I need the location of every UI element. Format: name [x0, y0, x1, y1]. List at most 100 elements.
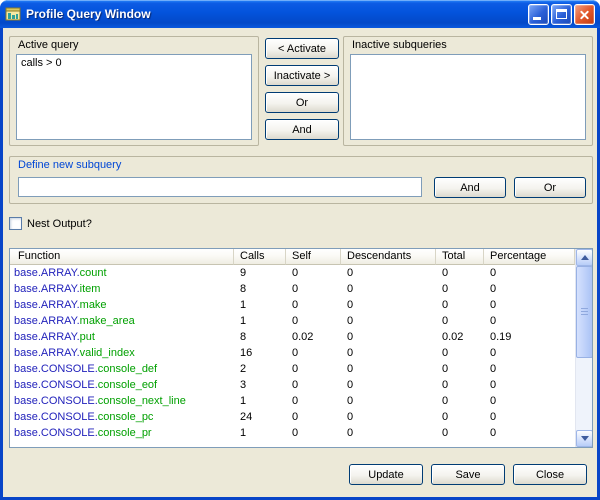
scroll-down-button[interactable]: [576, 430, 593, 447]
function-cell: base.ARRAY.item: [10, 281, 234, 297]
table-row[interactable]: base.ARRAY.put80.0200.020.19: [10, 329, 575, 345]
value-cell: 0: [484, 377, 575, 393]
value-cell: 0: [341, 361, 436, 377]
minimize-button[interactable]: [528, 4, 549, 25]
value-cell: 0: [436, 265, 484, 281]
value-cell: 0: [341, 377, 436, 393]
table-row[interactable]: base.CONSOLE.console_pr10000: [10, 425, 575, 441]
function-cell: base.CONSOLE.console_next_line: [10, 393, 234, 409]
value-cell: 0: [341, 345, 436, 361]
table-row[interactable]: base.CONSOLE.console_def20000: [10, 361, 575, 377]
value-cell: 24: [234, 409, 286, 425]
column-header-total[interactable]: Total: [436, 249, 484, 265]
value-cell: 0: [484, 297, 575, 313]
activate-button[interactable]: < Activate: [265, 38, 339, 59]
value-cell: 0: [341, 409, 436, 425]
value-cell: 0: [484, 425, 575, 441]
value-cell: 2: [234, 361, 286, 377]
active-query-list[interactable]: calls > 0: [16, 54, 252, 140]
table-row[interactable]: base.ARRAY.make10000: [10, 297, 575, 313]
close-button[interactable]: [574, 4, 595, 25]
arrow-up-icon: [581, 255, 589, 260]
inactive-subqueries-label: Inactive subqueries: [352, 39, 447, 51]
table-row[interactable]: base.CONSOLE.console_pc240000: [10, 409, 575, 425]
value-cell: 0: [341, 265, 436, 281]
value-cell: 0: [286, 425, 341, 441]
table-row[interactable]: base.ARRAY.count90000: [10, 265, 575, 281]
active-query-group: Active query calls > 0: [9, 36, 259, 146]
value-cell: 0: [286, 377, 341, 393]
inactivate-button[interactable]: Inactivate >: [265, 65, 339, 86]
save-button[interactable]: Save: [431, 464, 505, 485]
inactive-subqueries-list[interactable]: [350, 54, 586, 140]
close-dialog-button[interactable]: Close: [513, 464, 587, 485]
value-cell: 16: [234, 345, 286, 361]
value-cell: 0: [341, 393, 436, 409]
or-button[interactable]: Or: [265, 92, 339, 113]
column-header-calls[interactable]: Calls: [234, 249, 286, 265]
function-cell: base.ARRAY.valid_index: [10, 345, 234, 361]
table-row[interactable]: base.ARRAY.make_area10000: [10, 313, 575, 329]
value-cell: 1: [234, 313, 286, 329]
inactive-subqueries-group: Inactive subqueries: [343, 36, 593, 146]
function-cell: base.ARRAY.count: [10, 265, 234, 281]
value-cell: 0: [484, 409, 575, 425]
value-cell: 0: [286, 361, 341, 377]
value-cell: 0: [436, 409, 484, 425]
maximize-button[interactable]: [551, 4, 572, 25]
and-button[interactable]: And: [265, 119, 339, 140]
value-cell: 0: [436, 297, 484, 313]
nest-output-checkbox[interactable]: [9, 217, 22, 230]
nest-output-label: Nest Output?: [27, 218, 92, 230]
subquery-and-button[interactable]: And: [434, 177, 506, 198]
value-cell: 0: [436, 425, 484, 441]
column-header-self[interactable]: Self: [286, 249, 341, 265]
subquery-input[interactable]: [18, 177, 422, 197]
value-cell: 0: [484, 393, 575, 409]
value-cell: 8: [234, 329, 286, 345]
profile-query-window: Profile Query Window Active query calls …: [0, 0, 600, 500]
function-cell: base.ARRAY.make: [10, 297, 234, 313]
value-cell: 0: [436, 313, 484, 329]
table-row[interactable]: base.ARRAY.item80000: [10, 281, 575, 297]
value-cell: 0: [436, 361, 484, 377]
active-query-item[interactable]: calls > 0: [17, 55, 251, 72]
value-cell: 0: [341, 297, 436, 313]
titlebar[interactable]: Profile Query Window: [0, 0, 600, 28]
value-cell: 0: [484, 345, 575, 361]
column-header-percentage[interactable]: Percentage: [484, 249, 575, 265]
value-cell: 0: [436, 377, 484, 393]
value-cell: 0: [484, 281, 575, 297]
window-title: Profile Query Window: [26, 7, 526, 21]
subquery-or-button[interactable]: Or: [514, 177, 586, 198]
value-cell: 0: [286, 281, 341, 297]
nest-output-row: Nest Output?: [9, 217, 92, 230]
active-query-label: Active query: [18, 39, 79, 51]
value-cell: 1: [234, 393, 286, 409]
function-cell: base.CONSOLE.console_pr: [10, 425, 234, 441]
table-row[interactable]: base.CONSOLE.console_next_line10000: [10, 393, 575, 409]
column-header-function[interactable]: Function: [10, 249, 234, 265]
value-cell: 0: [286, 297, 341, 313]
value-cell: 0: [341, 281, 436, 297]
scrollbar-thumb[interactable]: [576, 266, 593, 358]
vertical-scrollbar[interactable]: [575, 249, 592, 447]
value-cell: 0: [484, 361, 575, 377]
arrow-down-icon: [581, 436, 589, 441]
column-header-descendants[interactable]: Descendants: [341, 249, 436, 265]
update-button[interactable]: Update: [349, 464, 423, 485]
value-cell: 0: [436, 393, 484, 409]
table-row[interactable]: base.CONSOLE.console_eof30000: [10, 377, 575, 393]
window-icon[interactable]: [5, 6, 21, 22]
value-cell: 0: [286, 409, 341, 425]
function-cell: base.ARRAY.make_area: [10, 313, 234, 329]
table-body: base.ARRAY.count90000base.ARRAY.item8000…: [10, 265, 575, 447]
function-cell: base.CONSOLE.console_eof: [10, 377, 234, 393]
scroll-up-button[interactable]: [576, 249, 593, 266]
client-area: Active query calls > 0 < Activate Inacti…: [3, 28, 597, 497]
value-cell: 0: [341, 329, 436, 345]
value-cell: 0: [436, 281, 484, 297]
value-cell: 3: [234, 377, 286, 393]
value-cell: 1: [234, 425, 286, 441]
table-row[interactable]: base.ARRAY.valid_index160000: [10, 345, 575, 361]
